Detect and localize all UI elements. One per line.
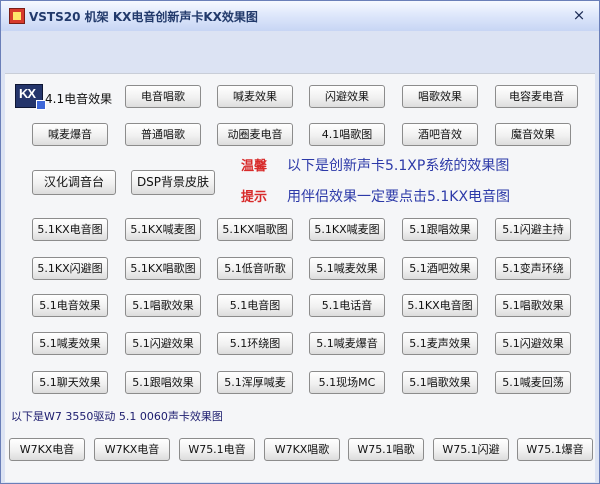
btn-grid-r5-c5[interactable]: 5.1唱歌效果 — [402, 371, 478, 394]
btn-mixer-console[interactable]: 汉化调音台 — [32, 170, 116, 195]
btn-grid-r2-c6[interactable]: 5.1变声环绕 — [495, 257, 571, 280]
btn-grid-r3-c5[interactable]: 5.1KX电音图 — [402, 294, 478, 317]
w7-section-label: 以下是W7 3550驱动 5.1 0060声卡效果图 — [11, 410, 223, 423]
btn-row2-6[interactable]: 魔音效果 — [495, 123, 571, 146]
btn-grid-r1-c4[interactable]: 5.1KX喊麦图 — [309, 218, 385, 241]
btn-grid-r4-c3[interactable]: 5.1环绕图 — [217, 332, 293, 355]
btn-grid-r1-c6[interactable]: 5.1闪避主持 — [495, 218, 571, 241]
btn-row2-3[interactable]: 动圈麦电音 — [217, 123, 293, 146]
kx-logo-text: KX — [19, 86, 36, 101]
info-line-1: 温馨 以下是创新声卡5.1XP系统的效果图 — [241, 155, 509, 175]
window-title: VSTS20 机架 KX电音创新声卡KX效果图 — [29, 10, 258, 24]
btn-grid-r4-c1[interactable]: 5.1喊麦效果 — [32, 332, 108, 355]
btn-grid-r4-c6[interactable]: 5.1闪避效果 — [495, 332, 571, 355]
btn-row2-5[interactable]: 酒吧音效 — [402, 123, 478, 146]
btn-grid-r1-c3[interactable]: 5.1KX唱歌图 — [217, 218, 293, 241]
close-button[interactable]: × — [569, 5, 589, 25]
btn-grid-r1-c5[interactable]: 5.1跟唱效果 — [402, 218, 478, 241]
info-line-2: 提示 用伴侣效果一定要点击5.1KX电音图 — [241, 186, 510, 206]
btn-grid-r5-c6[interactable]: 5.1喊麦回荡 — [495, 371, 571, 394]
btn-grid-r2-c1[interactable]: 5.1KX闪避图 — [32, 257, 108, 280]
btn-grid-r2-c2[interactable]: 5.1KX唱歌图 — [125, 257, 201, 280]
btn-w7-4[interactable]: W7KX唱歌 — [264, 438, 340, 461]
btn-grid-r1-c1[interactable]: 5.1KX电音图 — [32, 218, 108, 241]
btn-w7-6[interactable]: W75.1闪避 — [433, 438, 509, 461]
btn-grid-r3-c1[interactable]: 5.1电音效果 — [32, 294, 108, 317]
btn-grid-r3-c6[interactable]: 5.1唱歌效果 — [495, 294, 571, 317]
btn-grid-r4-c2[interactable]: 5.1闪避效果 — [125, 332, 201, 355]
app-window: VSTS20 机架 KX电音创新声卡KX效果图 × KX 4.1电音效果 电音唱… — [0, 0, 600, 484]
btn-grid-r2-c4[interactable]: 5.1喊麦效果 — [309, 257, 385, 280]
btn-w7-7[interactable]: W75.1爆音 — [517, 438, 593, 461]
btn-grid-r3-c4[interactable]: 5.1电话音 — [309, 294, 385, 317]
kx-logo-icon: KX — [15, 84, 46, 110]
btn-grid-r4-c5[interactable]: 5.1麦声效果 — [402, 332, 478, 355]
btn-grid-r3-c3[interactable]: 5.1电音图 — [217, 294, 293, 317]
info-label-1: 温馨 — [241, 159, 268, 174]
btn-row2-2[interactable]: 普通唱歌 — [125, 123, 201, 146]
btn-w7-1[interactable]: W7KX电音 — [9, 438, 85, 461]
btn-grid-r5-c2[interactable]: 5.1跟唱效果 — [125, 371, 201, 394]
info-label-2: 提示 — [241, 190, 268, 205]
btn-w7-3[interactable]: W75.1电音 — [179, 438, 255, 461]
btn-row1-3[interactable]: 闪避效果 — [309, 85, 385, 108]
btn-row1-2[interactable]: 喊麦效果 — [217, 85, 293, 108]
btn-grid-r3-c2[interactable]: 5.1唱歌效果 — [125, 294, 201, 317]
app-icon — [9, 8, 25, 24]
btn-grid-r5-c1[interactable]: 5.1聊天效果 — [32, 371, 108, 394]
info-text-1: 以下是创新声卡5.1XP系统的效果图 — [287, 158, 510, 174]
btn-w7-2[interactable]: W7KX电音 — [94, 438, 170, 461]
btn-row2-1[interactable]: 喊麦爆音 — [32, 123, 108, 146]
btn-grid-r2-c3[interactable]: 5.1低音听歌 — [217, 257, 293, 280]
btn-grid-r2-c5[interactable]: 5.1酒吧效果 — [402, 257, 478, 280]
label-4-1: 4.1电音效果 — [45, 92, 113, 106]
btn-row2-4[interactable]: 4.1唱歌图 — [309, 123, 385, 146]
btn-row1-1[interactable]: 电音唱歌 — [125, 85, 201, 108]
main-panel: KX 4.1电音效果 电音唱歌 喊麦效果 闪避效果 唱歌效果 电容麦电音 喊麦爆… — [5, 73, 595, 482]
btn-grid-r5-c4[interactable]: 5.1现场MC — [309, 371, 385, 394]
title-bar[interactable]: VSTS20 机架 KX电音创新声卡KX效果图 × — [1, 1, 599, 31]
btn-w7-5[interactable]: W75.1唱歌 — [348, 438, 424, 461]
info-text-2: 用伴侣效果一定要点击5.1KX电音图 — [287, 189, 511, 205]
btn-grid-r4-c4[interactable]: 5.1喊麦爆音 — [309, 332, 385, 355]
btn-grid-r1-c2[interactable]: 5.1KX喊麦图 — [125, 218, 201, 241]
btn-row1-5[interactable]: 电容麦电音 — [495, 85, 578, 108]
btn-dsp-skin[interactable]: DSP背景皮肤 — [131, 170, 215, 195]
btn-row1-4[interactable]: 唱歌效果 — [402, 85, 478, 108]
btn-grid-r5-c3[interactable]: 5.1浑厚喊麦 — [217, 371, 293, 394]
